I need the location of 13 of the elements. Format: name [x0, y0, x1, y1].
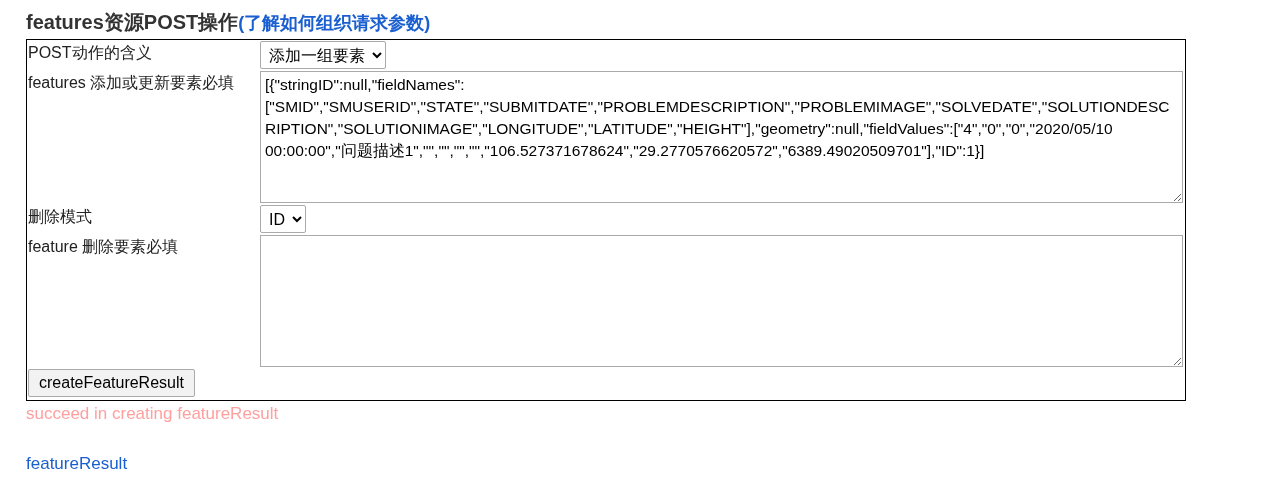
result-link[interactable]: featureResult: [26, 454, 128, 474]
help-link[interactable]: (了解如何组织请求参数): [238, 13, 431, 33]
field-label: 删除模式: [28, 207, 93, 227]
field-label: feature 删除要素必填: [28, 237, 180, 257]
field-label: features 添加或更新要素必填: [28, 73, 236, 93]
field-label: POST动作的含义: [28, 43, 153, 63]
status-message: succeed in creating featureResult: [26, 404, 280, 424]
dropdown[interactable]: 添加一组要素: [260, 41, 386, 69]
submit-button[interactable]: createFeatureResult: [28, 369, 195, 397]
dropdown[interactable]: ID: [260, 205, 306, 233]
text-area[interactable]: [260, 235, 1183, 367]
text-area[interactable]: [{"stringID":null,"fieldNames":["SMID","SMUSERID","STATE","SUBMITDATE","PROBLEMDESCRIPTION","PROBLEMIMAGE","SOLVEDATE","SOLUTIONDESCRIPTION","SOLUTIONIMAGE","LONGITUDE","LATITUDE","HEIGHT"],"geometry":null,"fieldValues":["4","0","0","2020/05/10 00:00:00","问题描述1","","","","","106.527371678624","29.2770576620572","6389.49020509701"],"ID":1}]: [260, 71, 1183, 203]
page-title: features资源POST操作: [26, 11, 239, 33]
